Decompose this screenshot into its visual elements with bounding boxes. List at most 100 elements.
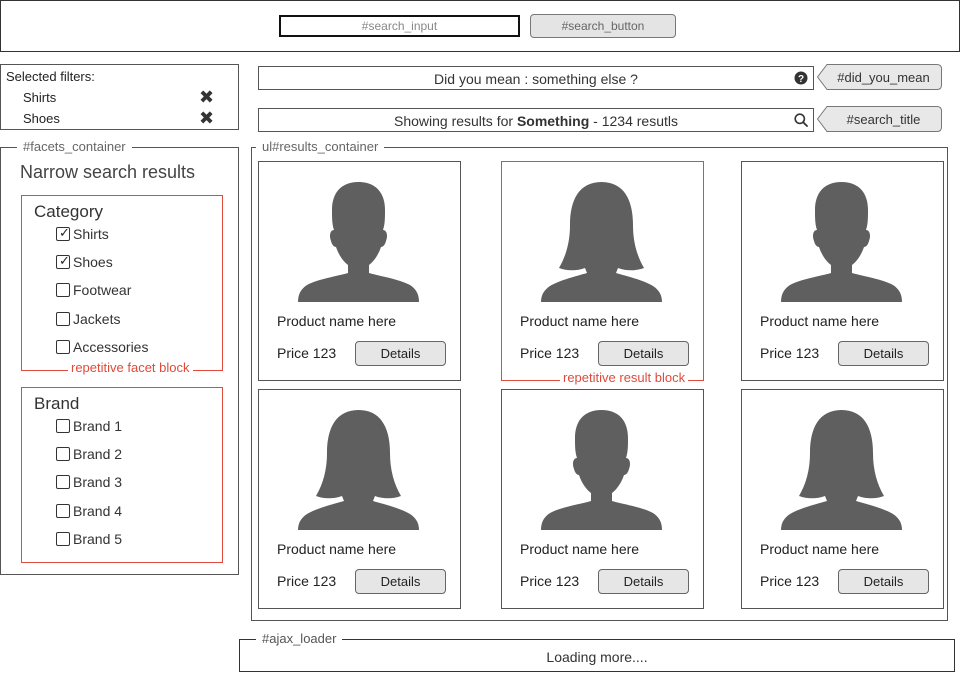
product-price: Price 123 (277, 345, 337, 361)
facet-block-brand: Brand Brand 1 Brand 2 Brand 3 Brand 4 Br… (21, 387, 223, 563)
selected-filter-label: Shirts (23, 90, 57, 105)
results-container-label: ul#results_container (256, 140, 385, 154)
facet-option-label: Shoes (73, 254, 113, 270)
ajax-loader-label: #ajax_loader (256, 632, 343, 646)
product-price: Price 123 (760, 573, 820, 589)
checkbox[interactable] (56, 340, 70, 354)
male-silhouette-icon (298, 182, 419, 302)
search-title-prefix: Showing results for (393, 113, 517, 129)
product-name[interactable]: Product name here (760, 313, 879, 329)
result-block-caption: repetitive result block (560, 371, 689, 385)
facet-option[interactable]: Brand 1 (56, 418, 206, 436)
female-silhouette-icon (781, 410, 902, 530)
checkbox-checked[interactable]: ✓ (56, 253, 70, 269)
details-button[interactable]: Details (598, 341, 689, 366)
product-price: Price 123 (520, 573, 580, 589)
facet-block-category: Category ✓ Shirts ✓ Shoes Footwear Jacke… (21, 195, 223, 375)
details-button[interactable]: Details (838, 569, 929, 594)
loading-more-text[interactable]: Loading more.... (240, 649, 954, 665)
checkbox[interactable] (56, 312, 70, 326)
search-title-suffix: - 1234 resutls (589, 113, 678, 129)
female-silhouette-icon (298, 410, 419, 530)
search-button[interactable]: #search_button (530, 14, 676, 38)
search-title-term: Something (516, 113, 590, 129)
result-card[interactable]: Product name here Price 123 Details (258, 389, 461, 609)
product-price: Price 123 (760, 345, 820, 361)
facet-title: Category (34, 202, 103, 221)
facet-option[interactable]: Accessories (56, 339, 206, 357)
selected-filter-item: Shirts ✖ (23, 87, 223, 108)
details-button[interactable]: Details (838, 341, 929, 366)
facet-option[interactable]: Brand 5 (56, 531, 206, 549)
search-title-text: Showing results for Something - 1234 res… (259, 113, 813, 129)
male-silhouette-icon (541, 410, 662, 530)
product-name[interactable]: Product name here (277, 313, 396, 329)
checkbox-checked[interactable]: ✓ (56, 225, 70, 241)
results-container: ul#results_container Product name here P… (251, 140, 948, 621)
facets-container-label: #facets_container (17, 140, 132, 154)
result-card[interactable]: Product name here Price 123 Details (258, 161, 461, 381)
facet-option-label: Brand 3 (73, 474, 123, 490)
product-name[interactable]: Product name here (760, 541, 879, 557)
did-you-mean-text[interactable]: Did you mean : something else ? (259, 71, 813, 87)
female-silhouette-icon (541, 182, 662, 302)
details-button[interactable]: Details (598, 569, 689, 594)
facet-option[interactable]: Brand 4 (56, 503, 206, 521)
product-name[interactable]: Product name here (520, 541, 639, 557)
facet-option-label: Brand 5 (73, 531, 123, 547)
facet-option[interactable]: Brand 2 (56, 446, 206, 464)
search-title-bar: Showing results for Something - 1234 res… (258, 108, 814, 132)
selected-filter-label: Shoes (23, 111, 60, 126)
search-input[interactable] (279, 15, 520, 37)
facet-option-label: Brand 4 (73, 503, 123, 519)
facet-option[interactable]: ✓ Shirts (56, 225, 206, 244)
facets-heading: Narrow search results (20, 162, 196, 182)
facet-title: Brand (34, 394, 80, 413)
facet-option[interactable]: Footwear (56, 282, 206, 300)
checkbox[interactable] (56, 475, 70, 489)
details-button[interactable]: Details (355, 569, 446, 594)
did-you-mean-callout: #did_you_mean (817, 64, 942, 90)
facet-option[interactable]: Jackets (56, 311, 206, 329)
close-x-icon[interactable]: ✖ (199, 87, 214, 107)
result-card[interactable]: Product name here Price 123 Details (741, 161, 944, 381)
male-silhouette-icon (781, 182, 902, 302)
search-title-callout: #search_title (817, 106, 942, 132)
svg-text:?: ? (798, 74, 804, 85)
close-x-icon[interactable]: ✖ (199, 108, 214, 128)
facet-option-label: Brand 2 (73, 446, 123, 462)
checkbox[interactable] (56, 419, 70, 433)
facet-option-label: Brand 1 (73, 418, 123, 434)
details-button[interactable]: Details (355, 341, 446, 366)
result-card[interactable]: Product name here Price 123 Details (741, 389, 944, 609)
result-card[interactable]: Product name here Price 123 Details (501, 161, 704, 381)
facet-option-label: Shirts (73, 226, 109, 242)
question-circle-icon: ? (794, 71, 808, 85)
facet-block-caption: repetitive facet block (68, 361, 193, 375)
check-icon: ✓ (59, 253, 70, 268)
result-card[interactable]: Product name here Price 123 Details (501, 389, 704, 609)
checkbox[interactable] (56, 447, 70, 461)
product-name[interactable]: Product name here (520, 313, 639, 329)
search-icon (794, 113, 808, 127)
did-you-mean-bar[interactable]: Did you mean : something else ? ? (258, 66, 814, 90)
product-name[interactable]: Product name here (277, 541, 396, 557)
product-price: Price 123 (520, 345, 580, 361)
ajax-loader[interactable]: #ajax_loader Loading more.... (239, 632, 955, 672)
search-title-callout-label: #search_title (846, 112, 921, 127)
checkbox[interactable] (56, 504, 70, 518)
checkbox[interactable] (56, 532, 70, 546)
checkbox[interactable] (56, 283, 70, 297)
facet-option[interactable]: ✓ Shoes (56, 253, 206, 272)
did-you-mean-callout-label: #did_you_mean (837, 70, 930, 85)
facet-option-label: Footwear (73, 282, 132, 298)
product-price: Price 123 (277, 573, 337, 589)
selected-filters-title: Selected filters: (6, 69, 95, 84)
facets-container: #facets_container Narrow search results … (0, 140, 239, 575)
facet-option-label: Jackets (73, 311, 121, 327)
selected-filter-item: Shoes ✖ (23, 108, 223, 129)
facet-option-label: Accessories (73, 339, 149, 355)
facet-option[interactable]: Brand 3 (56, 474, 206, 492)
selected-filters-panel: Selected filters: Shirts ✖ Shoes ✖ (0, 64, 239, 130)
check-icon: ✓ (59, 225, 70, 240)
